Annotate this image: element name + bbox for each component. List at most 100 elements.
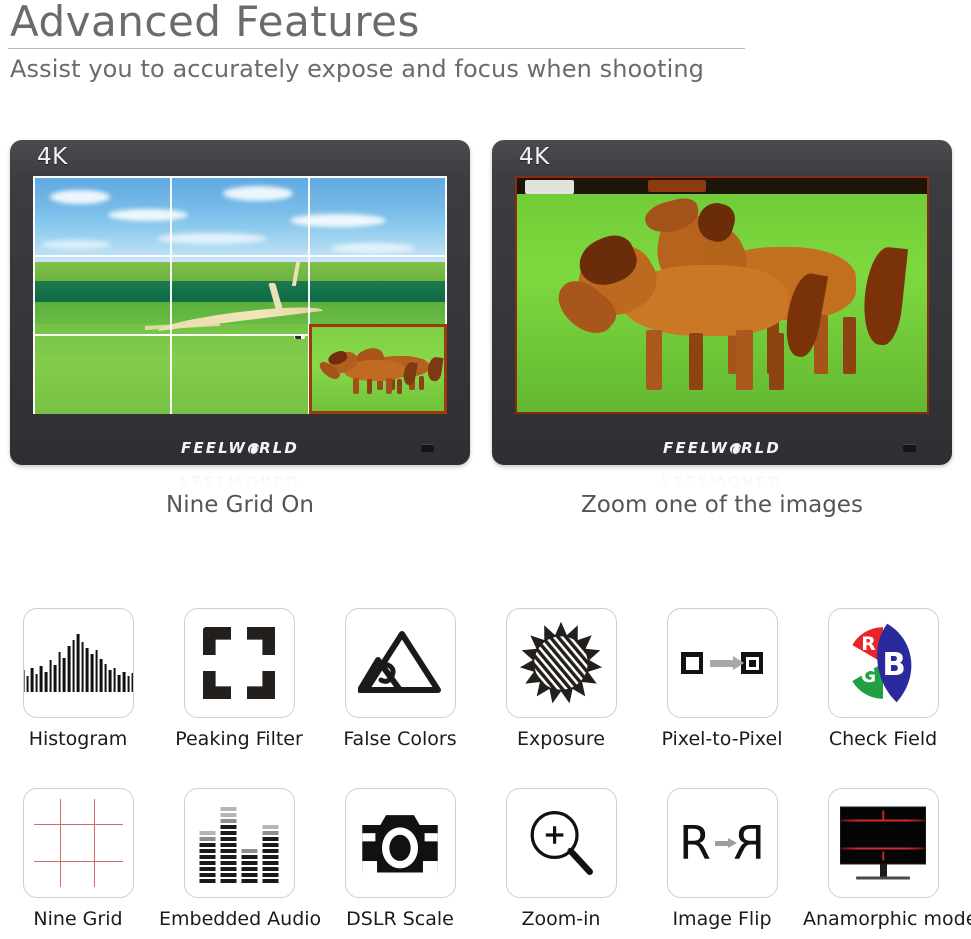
feature-label: DSLR Scale [346, 908, 454, 930]
feature-label: Pixel-to-Pixel [661, 728, 783, 750]
magnifier-glyph [530, 811, 593, 875]
monitor-device: 4K FEELW RLD [10, 140, 470, 465]
check-field-rgb-icon: R G B [827, 608, 939, 718]
monitor-reflection: FEELWORLD [661, 472, 783, 490]
feature-label: Anamorphic mode [803, 908, 971, 930]
peaking-filter-icon [183, 608, 295, 718]
feature-zoom-in[interactable]: Zoom-in [481, 780, 641, 930]
cloud [289, 214, 386, 228]
feature-nine-grid[interactable]: Nine Grid [0, 780, 158, 930]
embedded-audio-icon [183, 788, 295, 898]
feature-histogram[interactable]: Histogram [0, 600, 158, 750]
feature-pixel-to-pixel[interactable]: Pixel-to-Pixel [642, 600, 802, 750]
eq-bar [220, 807, 237, 883]
feature-label: False Colors [343, 728, 457, 750]
camera-glyph [362, 815, 438, 873]
dslr-camera-icon [344, 788, 456, 898]
monitor-showcase: 4K FEELW RLD FEELWORLD Nine Grid On 4K F… [0, 140, 971, 540]
page-subtitle: Assist you to accurately expose and focu… [10, 55, 705, 84]
arrow-right-icon [715, 837, 737, 848]
resolution-badge-4k: 4K [37, 144, 68, 170]
cropped-animal [525, 180, 575, 195]
feature-embedded-audio[interactable]: Embedded Audio [159, 780, 322, 930]
zoomed-horses [311, 326, 444, 411]
feature-anamorphic-mode[interactable]: Anamorphic mode [803, 780, 971, 930]
feature-peaking-filter[interactable]: Peaking Filter [159, 600, 319, 750]
eq-bar [262, 825, 279, 883]
feature-row-2: Nine Grid Embedded Audio DSLR Scale Zoom… [0, 780, 971, 939]
brand-text-suffix: RLD [259, 439, 299, 457]
pixel-to-pixel-icon [666, 608, 778, 718]
rgb-glyph: R G B [847, 623, 912, 703]
ir-sensor [903, 444, 916, 452]
source-pixel-square [681, 652, 703, 674]
zoomed-horses-fullscreen [517, 178, 927, 412]
nine-grid-icon [22, 788, 134, 898]
feature-icon-grid: Histogram Peaking Filter False Colors Ex… [0, 600, 971, 939]
mountain-glyph [358, 631, 441, 693]
image-flip-icon: R R [666, 788, 778, 898]
monitor-stand [879, 864, 887, 877]
grazing-animal [293, 334, 305, 340]
feature-label: Zoom-in [521, 908, 601, 930]
monitor-glyph [840, 806, 926, 865]
monitor-caption-nine-grid: Nine Grid On [166, 492, 314, 518]
feature-row-1: Histogram Peaking Filter False Colors Ex… [0, 600, 971, 780]
monitor-card-zoom: 4K FEELW RLD FEELWORLD Zoom one of the i… [492, 140, 962, 518]
feature-label: Image Flip [672, 908, 772, 930]
feature-label: Check Field [828, 728, 938, 750]
flip-source-letter: R [679, 816, 711, 870]
feature-false-colors[interactable]: False Colors [320, 600, 480, 750]
eq-bar [241, 849, 258, 883]
monitor-screen-zoom [515, 176, 929, 414]
ir-sensor [421, 444, 434, 452]
anamorphic-monitor-icon [827, 788, 939, 898]
sun-glyph [519, 621, 603, 704]
globe-icon [728, 443, 742, 454]
horse-front [549, 229, 829, 391]
brand-logo: FEELW RLD [492, 439, 952, 457]
brand-text-prefix: FEELW [663, 439, 730, 457]
svg-text:B: B [882, 647, 905, 683]
zoom-region-box [308, 323, 447, 414]
feature-check-field[interactable]: R G B Check Field [803, 600, 963, 750]
magnifier-plus-icon [505, 788, 617, 898]
eq-bar [199, 831, 216, 883]
feature-label: Histogram [28, 728, 128, 750]
feature-label: Embedded Audio [159, 908, 322, 930]
feature-label: Peaking Filter [175, 728, 303, 750]
page-title: Advanced Features [10, 0, 420, 46]
svg-text:R: R [861, 634, 876, 655]
feature-label: Exposure [517, 728, 605, 750]
target-pixel-square [741, 652, 763, 674]
feature-label: Nine Grid [33, 908, 123, 930]
top-crop-strip [517, 178, 927, 195]
feature-image-flip[interactable]: R R Image Flip [642, 780, 802, 930]
false-colors-icon [344, 608, 456, 718]
exposure-sun-icon [505, 608, 617, 718]
brand-logo: FEELW RLD [10, 439, 470, 457]
title-divider [8, 48, 745, 50]
feature-dslr-scale[interactable]: DSLR Scale [320, 780, 480, 930]
monitor-reflection: FEELWORLD [179, 472, 301, 490]
monitor-base [856, 876, 910, 880]
advanced-features-page: Advanced Features Assist you to accurate… [0, 0, 971, 939]
cropped-animal [648, 180, 706, 193]
monitor-device: 4K FEELW RLD [492, 140, 952, 465]
page-header: Advanced Features Assist you to accurate… [0, 0, 971, 83]
resolution-badge-4k: 4K [519, 144, 550, 170]
arrow-right-icon [710, 656, 744, 670]
brand-text-prefix: FEELW [181, 439, 248, 457]
flip-mirrored-letter: R [733, 816, 765, 870]
svg-text:G: G [861, 666, 876, 687]
monitor-screen-nine-grid [33, 176, 447, 414]
brand-text-suffix: RLD [741, 439, 781, 457]
globe-icon [246, 443, 260, 454]
cloud [223, 185, 294, 201]
monitor-caption-zoom: Zoom one of the images [581, 492, 863, 518]
cloud [331, 242, 416, 253]
monitor-card-nine-grid: 4K FEELW RLD FEELWORLD Nine Grid On [10, 140, 480, 518]
feature-exposure[interactable]: Exposure [481, 600, 641, 750]
histogram-icon [22, 608, 134, 718]
horse-front [317, 348, 418, 394]
